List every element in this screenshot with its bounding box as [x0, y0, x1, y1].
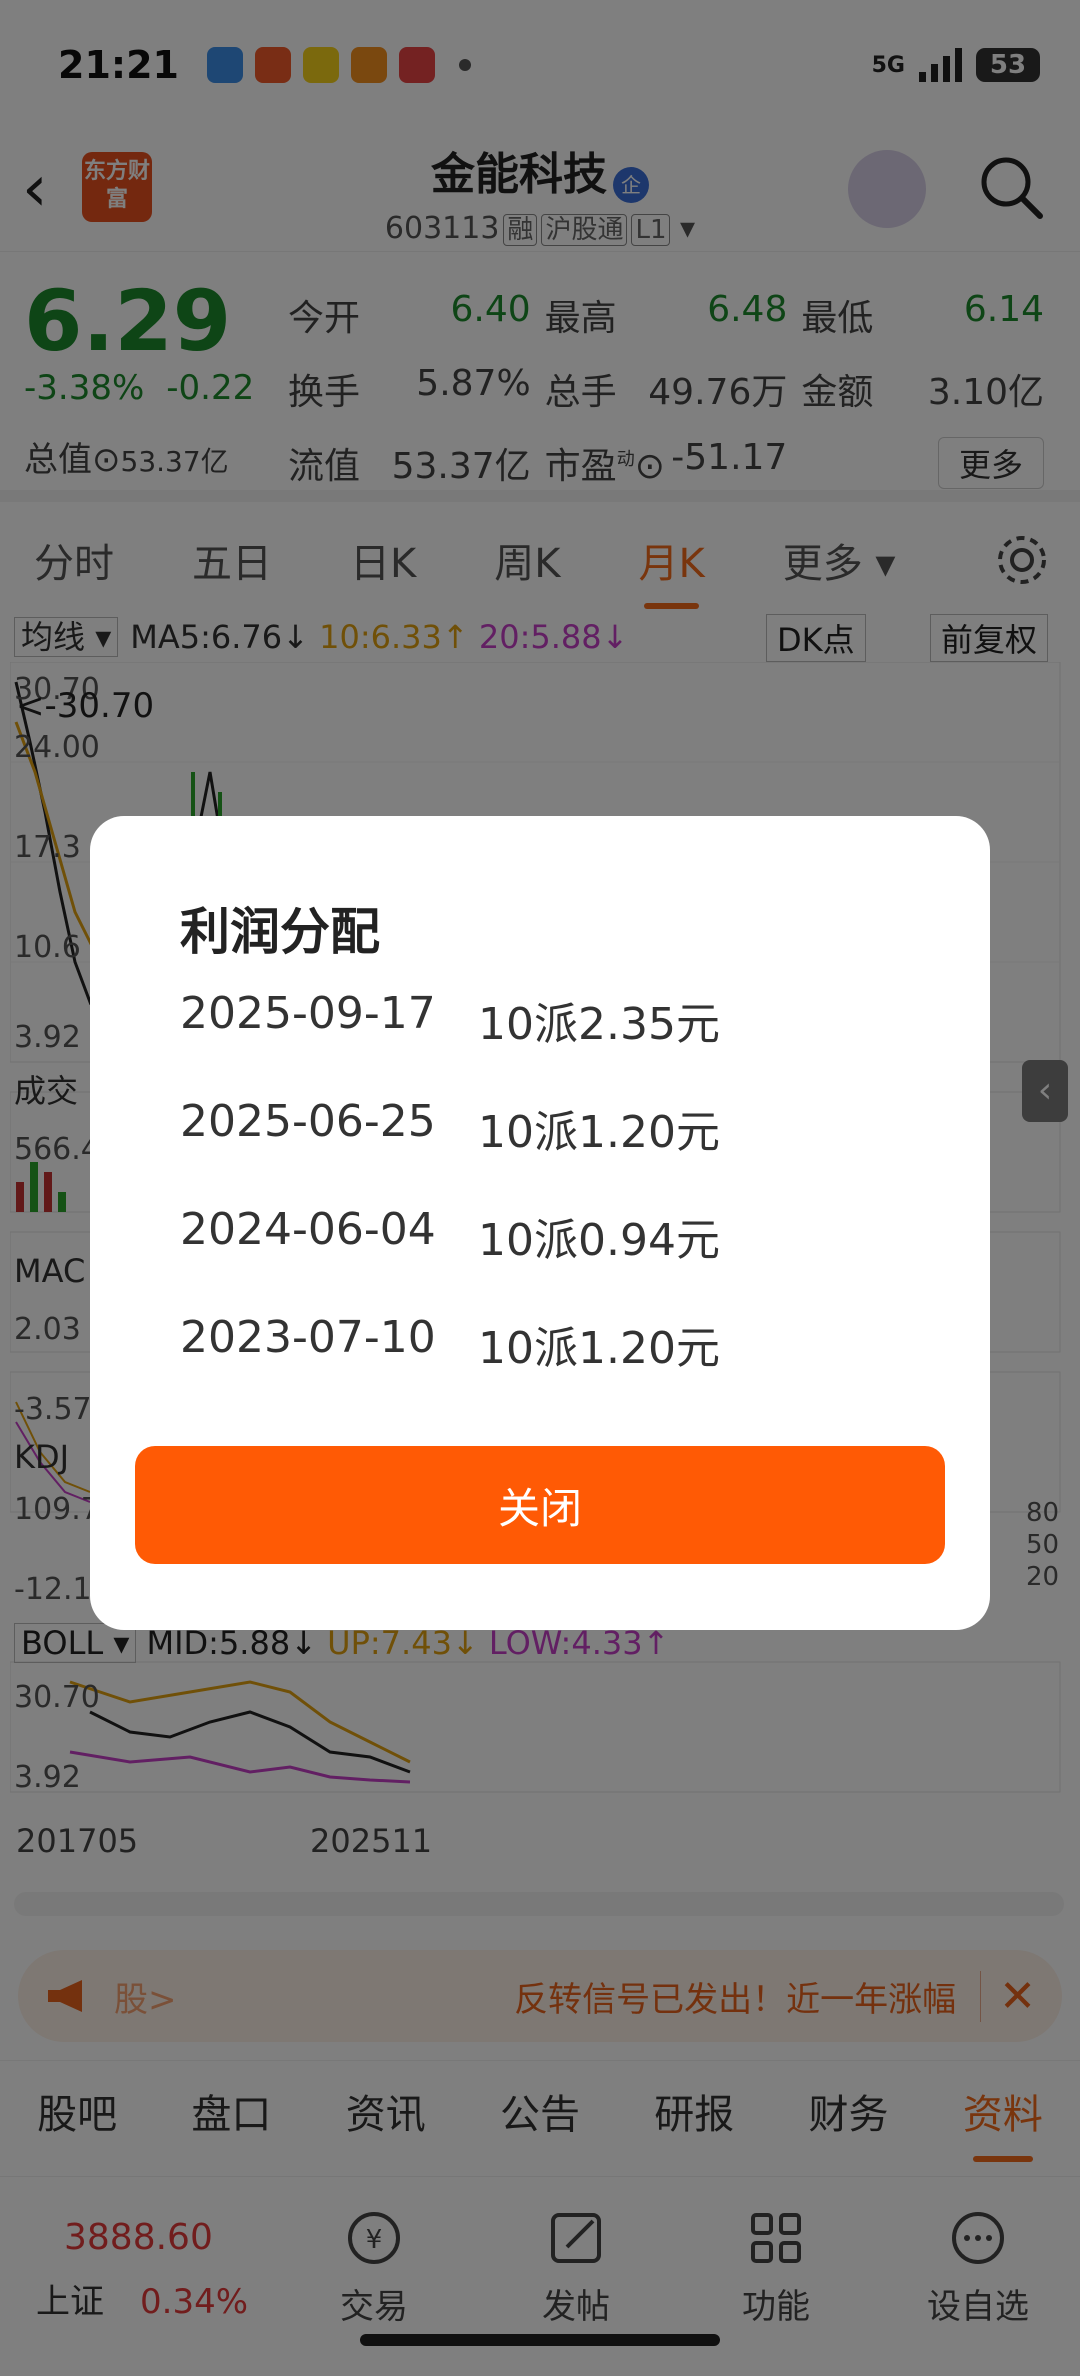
- close-button[interactable]: 关闭: [135, 1446, 945, 1564]
- dividend-plan: 10派2.35元: [478, 999, 720, 1050]
- dividend-row: 2025-06-25 10派1.20元: [180, 1096, 720, 1160]
- dividend-row: 2023-07-10 10派1.20元: [180, 1312, 720, 1376]
- dividend-date: 2025-09-17: [180, 988, 436, 1039]
- dividend-row: 2025-09-17 10派2.35元: [180, 988, 720, 1052]
- dividend-date: 2024-06-04: [180, 1204, 436, 1255]
- dividend-row: 2024-06-04 10派0.94元: [180, 1204, 720, 1268]
- dividend-dialog: 利润分配 2025-09-17 10派2.35元 2025-06-25 10派1.2…: [90, 816, 990, 1630]
- dividend-plan: 10派0.94元: [478, 1215, 720, 1266]
- dividend-date: 2025-06-25: [180, 1096, 436, 1147]
- dividend-plan: 10派1.20元: [478, 1107, 720, 1158]
- dividend-date: 2023-07-10: [180, 1312, 436, 1363]
- dividend-plan: 10派1.20元: [478, 1323, 720, 1374]
- dialog-title: 利润分配: [180, 903, 380, 961]
